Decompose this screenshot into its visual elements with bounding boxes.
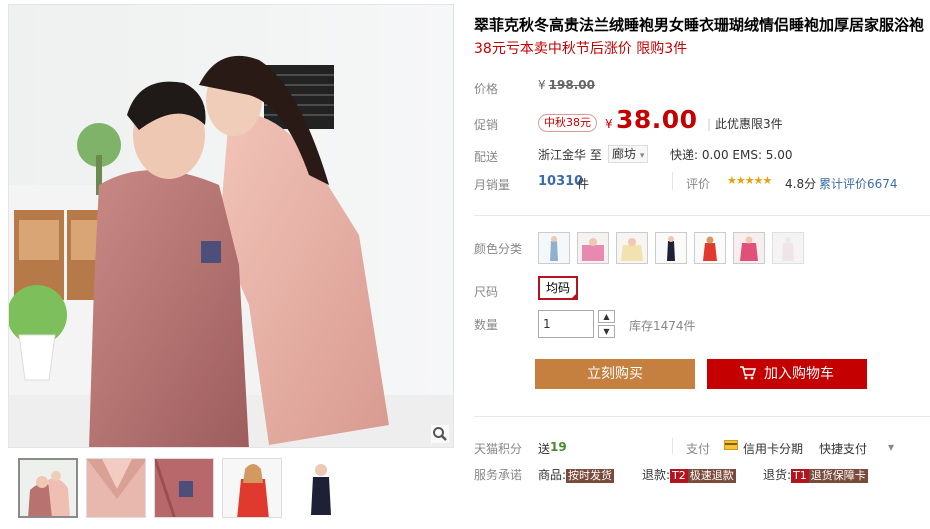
thumbnail-strip xyxy=(8,456,454,522)
original-price: ¥198.00 xyxy=(538,78,595,92)
product-info-panel: 翠菲克秋冬高贵法兰绒睡袍男女睡衣珊瑚绒情侣睡袍加厚居家服浴袍 38元亏本卖中秋节… xyxy=(474,0,930,529)
chevron-down-icon[interactable]: ▾ xyxy=(888,440,894,454)
points-prefix: 送 xyxy=(538,442,551,456)
quick-pay[interactable]: 快捷支付 xyxy=(819,440,867,457)
color-label: 颜色分类 xyxy=(474,242,523,256)
original-price-value: 198.00 xyxy=(548,78,595,92)
limit-note: 此优惠限3件 xyxy=(707,115,783,132)
rating-value: 4.8分 xyxy=(785,177,817,191)
cart-icon xyxy=(740,366,756,380)
product-title: 翠菲克秋冬高贵法兰绒睡袍男女睡衣珊瑚绒情侣睡袍加厚居家服浴袍 xyxy=(474,16,925,34)
ship-to-value: 廊坊 xyxy=(612,147,637,161)
ship-fees: 快递: 0.00 EMS: 5.00 xyxy=(670,148,793,162)
ship-to-select[interactable]: 廊坊 ▾ xyxy=(608,145,649,163)
pay-label: 支付 xyxy=(686,442,711,456)
credit-installment[interactable]: 信用卡分期 xyxy=(743,440,803,457)
thumbnail-3[interactable] xyxy=(154,458,214,518)
divider xyxy=(672,172,673,190)
rating-stars-icon: ★★★★★ xyxy=(727,174,772,187)
thumbnail-1[interactable] xyxy=(18,458,78,518)
service-refund-tag[interactable]: 极速退款 xyxy=(687,469,736,483)
chevron-down-icon: ▾ xyxy=(639,151,645,161)
color-swatch-4[interactable] xyxy=(655,232,687,264)
thumbnail-2[interactable] xyxy=(86,458,146,518)
color-swatch-7[interactable] xyxy=(772,232,804,264)
color-swatch-6[interactable] xyxy=(733,232,765,264)
buy-now-button[interactable]: 立刻购买 xyxy=(535,359,695,389)
divider xyxy=(474,215,930,216)
credit-card-icon xyxy=(724,440,738,450)
stock-count: 库存1474件 xyxy=(629,319,696,333)
service-goods-tag[interactable]: 按时发货 xyxy=(566,469,615,483)
zoom-icon[interactable] xyxy=(431,425,449,443)
color-swatch-1[interactable] xyxy=(538,232,570,264)
thumbnail-5[interactable] xyxy=(290,458,350,518)
promo-currency: ¥ xyxy=(605,117,613,131)
promo-label: 促销 xyxy=(474,118,499,132)
service-refund-label: 退款: xyxy=(642,468,671,482)
quantity-label: 数量 xyxy=(474,318,499,332)
size-option-selected[interactable]: 均码 xyxy=(538,276,578,300)
service-refund: 退款: T2 极速退款 xyxy=(642,466,736,483)
service-return-tag[interactable]: 退货保障卡 xyxy=(808,469,868,483)
size-label: 尺码 xyxy=(474,285,499,299)
quantity-input[interactable]: 1 xyxy=(538,310,594,338)
add-to-cart-label: 加入购物车 xyxy=(764,366,834,382)
service-return-label: 退货: xyxy=(763,468,792,482)
price-label: 价格 xyxy=(474,82,499,96)
return-code-badge: T1 xyxy=(791,469,809,483)
shipping-label: 配送 xyxy=(474,150,499,164)
monthly-sales-label: 月销量 xyxy=(474,178,511,192)
add-to-cart-button[interactable]: 加入购物车 xyxy=(707,359,867,389)
promo-price: 38.00 xyxy=(616,105,698,134)
promo-tag: 中秋38元 xyxy=(538,114,597,132)
quantity-decrease-button[interactable]: ▼ xyxy=(598,325,615,338)
quantity-increase-button[interactable]: ▲ xyxy=(598,310,615,323)
tmall-points-label: 天猫积分 xyxy=(474,442,523,456)
divider xyxy=(672,438,673,454)
main-product-image[interactable] xyxy=(8,4,454,448)
thumbnail-4[interactable] xyxy=(222,458,282,518)
service-label: 服务承诺 xyxy=(474,468,523,482)
eval-label: 评价 xyxy=(686,177,711,191)
monthly-sales-unit: 件 xyxy=(577,177,590,191)
refund-code-badge: T2 xyxy=(670,469,688,483)
currency-symbol: ¥ xyxy=(538,78,546,92)
ship-from: 浙江金华 至 xyxy=(538,148,602,162)
total-reviews-link[interactable]: 累计评价6674 xyxy=(819,175,898,192)
color-swatch-3[interactable] xyxy=(616,232,648,264)
points-value: 19 xyxy=(550,440,567,454)
color-swatch-2[interactable] xyxy=(577,232,609,264)
service-goods-label: 商品: xyxy=(538,468,567,482)
service-return: 退货: T1 退货保障卡 xyxy=(763,466,868,483)
divider xyxy=(474,416,930,417)
product-subtitle: 38元亏本卖中秋节后涨价 限购3件 xyxy=(474,41,688,57)
service-goods: 商品: 按时发货 xyxy=(538,466,615,483)
color-swatch-5[interactable] xyxy=(694,232,726,264)
